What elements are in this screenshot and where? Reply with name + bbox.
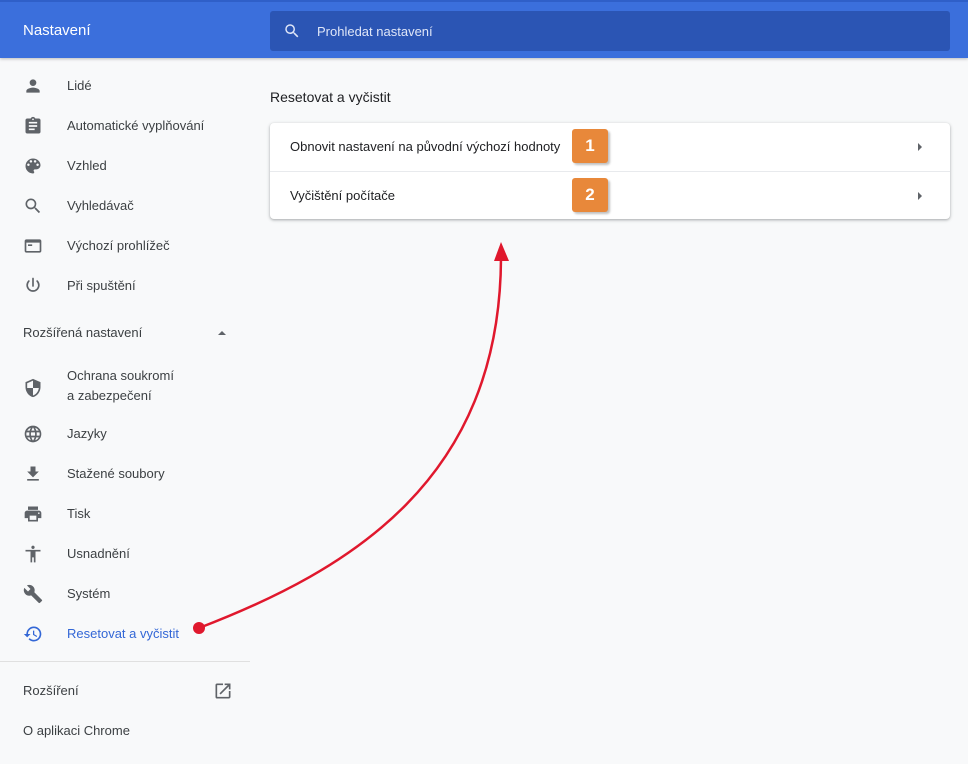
advanced-settings-label: Rozšířená nastavení bbox=[23, 325, 143, 340]
arrow-right-icon bbox=[918, 143, 922, 151]
sidebar-item-label: Tisk bbox=[67, 506, 91, 521]
step-badge: 1 bbox=[572, 129, 608, 163]
sidebar-item-autofill[interactable]: Automatické vyplňování bbox=[0, 106, 250, 146]
open-in-new-icon bbox=[215, 683, 231, 699]
sidebar-item-reset-and-clean[interactable]: Resetovat a vyčistit bbox=[0, 614, 250, 654]
restore-icon bbox=[23, 624, 43, 644]
sidebar-divider bbox=[0, 661, 250, 662]
sidebar-item-label: Stažené soubory bbox=[67, 466, 165, 481]
accessibility-icon bbox=[23, 544, 43, 564]
sidebar-item-downloads[interactable]: Stažené soubory bbox=[0, 454, 250, 494]
download-icon bbox=[23, 464, 43, 484]
sidebar-item-label-line1: Ochrana soukromí bbox=[67, 368, 174, 383]
sidebar-item-privacy[interactable]: Ochrana soukromí a zabezpečení bbox=[0, 362, 250, 414]
search-icon bbox=[285, 24, 299, 38]
row-label: Obnovit nastavení na původní výchozí hod… bbox=[290, 139, 561, 154]
sidebar-item-label: Výchozí prohlížeč bbox=[67, 238, 170, 253]
sidebar-item-label: Systém bbox=[67, 586, 111, 601]
sidebar-item-printing[interactable]: Tisk bbox=[0, 494, 250, 534]
section-title: Resetovat a vyčistit bbox=[270, 89, 391, 105]
sidebar: Lidé Automatické vyplňování Vzhled Vyhle… bbox=[0, 58, 250, 764]
row-label: Vyčištění počítače bbox=[290, 188, 396, 203]
sidebar-item-label: Vyhledávač bbox=[67, 198, 134, 213]
sidebar-item-privacy-label: Ochrana soukromí a zabezpečení bbox=[67, 366, 174, 406]
sidebar-item-label: O aplikaci Chrome bbox=[23, 723, 130, 738]
palette-icon bbox=[23, 156, 43, 176]
sidebar-item-label: Automatické vyplňování bbox=[67, 118, 205, 133]
clean-up-computer-row[interactable]: Vyčištění počítače 2 bbox=[270, 171, 950, 219]
caret-up-icon bbox=[218, 331, 226, 335]
sidebar-item-label: Resetovat a vyčistit bbox=[67, 626, 179, 641]
sidebar-item-label: Jazyky bbox=[67, 426, 107, 441]
sidebar-item-languages[interactable]: Jazyky bbox=[0, 414, 250, 454]
sidebar-item-about-chrome[interactable]: O aplikaci Chrome bbox=[0, 713, 250, 749]
sidebar-item-search-engine[interactable]: Vyhledávač bbox=[0, 186, 250, 226]
browser-window-icon bbox=[23, 236, 43, 256]
globe-icon bbox=[23, 424, 43, 444]
top-bar: Nastavení bbox=[0, 0, 968, 58]
sidebar-item-label: Rozšíření bbox=[23, 683, 79, 698]
sidebar-item-on-startup[interactable]: Při spuštění bbox=[0, 266, 250, 306]
wrench-icon bbox=[23, 584, 43, 604]
sidebar-item-appearance[interactable]: Vzhled bbox=[0, 146, 250, 186]
sidebar-item-label-line2: a zabezpečení bbox=[67, 388, 152, 403]
clipboard-icon bbox=[23, 116, 43, 136]
power-icon bbox=[23, 276, 43, 296]
arrow-right-icon bbox=[918, 192, 922, 200]
sidebar-item-system[interactable]: Systém bbox=[0, 574, 250, 614]
sidebar-item-label: Při spuštění bbox=[67, 278, 136, 293]
sidebar-item-accessibility[interactable]: Usnadnění bbox=[0, 534, 250, 574]
search-icon bbox=[23, 196, 43, 216]
advanced-settings-toggle[interactable]: Rozšířená nastavení bbox=[0, 313, 250, 353]
reset-card: Obnovit nastavení na původní výchozí hod… bbox=[270, 123, 950, 219]
sidebar-item-people[interactable]: Lidé bbox=[0, 66, 250, 106]
step-badge: 2 bbox=[572, 178, 608, 212]
printer-icon bbox=[23, 504, 43, 524]
person-icon bbox=[23, 76, 43, 96]
search-input[interactable] bbox=[315, 11, 915, 51]
shield-icon bbox=[23, 378, 43, 398]
sidebar-item-default-browser[interactable]: Výchozí prohlížeč bbox=[0, 226, 250, 266]
restore-defaults-row[interactable]: Obnovit nastavení na původní výchozí hod… bbox=[270, 123, 950, 171]
sidebar-item-label: Lidé bbox=[67, 78, 92, 93]
annotation-arrow-head bbox=[494, 242, 509, 261]
sidebar-item-extensions[interactable]: Rozšíření bbox=[0, 673, 250, 709]
sidebar-item-label: Usnadnění bbox=[67, 546, 130, 561]
search-box[interactable] bbox=[270, 11, 950, 51]
sidebar-item-label: Vzhled bbox=[67, 158, 107, 173]
app-title: Nastavení bbox=[23, 22, 91, 39]
